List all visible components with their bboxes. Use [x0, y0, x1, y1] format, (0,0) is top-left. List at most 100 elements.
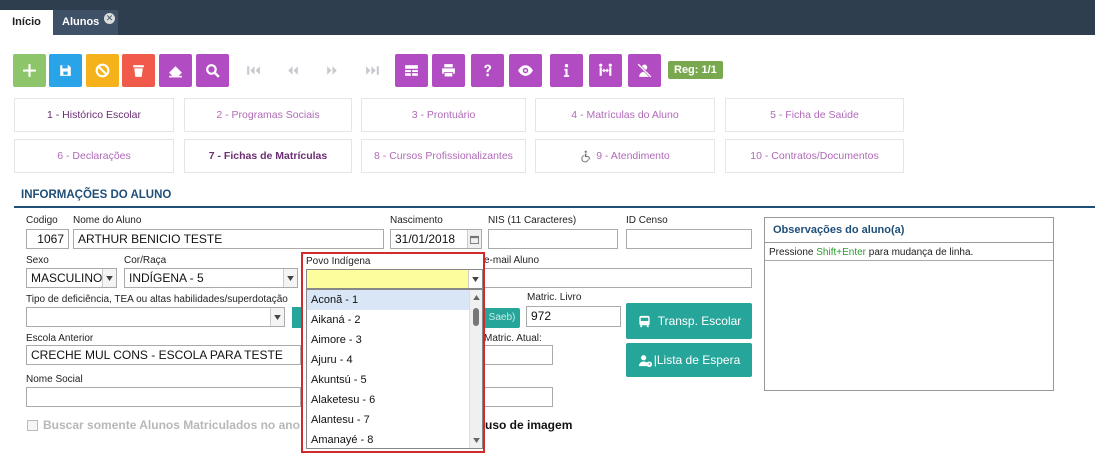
escola-field[interactable]: CRECHE MUL CONS - ESCOLA PARA TESTE: [26, 345, 301, 365]
nome-social-field[interactable]: [26, 387, 301, 407]
nascimento-value: 31/01/2018: [395, 232, 456, 246]
deficiencia-select[interactable]: [26, 307, 285, 327]
next-icon: [327, 66, 337, 75]
ban-icon: [95, 63, 110, 78]
email-field[interactable]: [484, 268, 752, 288]
tab-inicio[interactable]: Início: [0, 10, 53, 35]
record-counter: Reg: 1/1: [668, 61, 723, 79]
tab-ficha-de-saude[interactable]: 5 - Ficha de Saúde: [725, 98, 904, 132]
transp-escolar-button[interactable]: Transp. Escolar: [626, 303, 752, 339]
tab-alunos[interactable]: Alunos ✕: [53, 10, 118, 35]
nome-label: Nome do Aluno: [73, 215, 142, 226]
tab-historico-escolar[interactable]: 1 - Histórico Escolar: [14, 98, 174, 132]
remove-student-button[interactable]: [628, 54, 661, 87]
observacoes-textarea[interactable]: [765, 260, 1053, 390]
tab-matriculas-do-aluno[interactable]: 4 - Matrículas do Aluno: [535, 98, 715, 132]
uso-imagem-label: uso de imagem: [485, 418, 573, 432]
tab-declaracoes[interactable]: 6 - Declarações: [14, 139, 174, 173]
codigo-field[interactable]: 1067: [26, 229, 69, 249]
transp-label: Transp. Escolar: [657, 314, 742, 328]
search-button[interactable]: [196, 54, 229, 87]
saeb-button[interactable]: Saeb): [484, 308, 520, 328]
dropdown-scrollbar[interactable]: [469, 290, 482, 448]
idcenso-field[interactable]: [626, 229, 752, 249]
povo-indigena-select[interactable]: [306, 269, 483, 289]
delete-button[interactable]: [122, 54, 155, 87]
printer-icon: [442, 64, 455, 78]
section-title: INFORMAÇÕES DO ALUNO: [21, 189, 172, 201]
scroll-up-icon[interactable]: [473, 295, 480, 300]
buscar-checkbox[interactable]: [27, 420, 38, 431]
tab-label: 3 - Prontuário: [411, 109, 476, 121]
observacoes-divider: [765, 242, 1053, 243]
tab-cursos-profissionalizantes[interactable]: 8 - Cursos Profissionalizantes: [361, 139, 526, 173]
previous-icon: [288, 66, 298, 75]
print-button[interactable]: [432, 54, 465, 87]
matric-atual-field[interactable]: [484, 345, 553, 365]
wheelchair-icon: [581, 150, 591, 162]
clear-button[interactable]: [159, 54, 192, 87]
nome-field[interactable]: ARTHUR BENICIO TESTE: [73, 229, 384, 249]
matric-atual-label: Matric. Atual:: [484, 333, 542, 344]
observacoes-hint: Pressione Shift+Enter para mudança de li…: [769, 247, 973, 258]
scrollbar-thumb[interactable]: [473, 308, 479, 326]
transfer-button[interactable]: [589, 54, 622, 87]
lista-espera-button[interactable]: |Lista de Espera: [626, 343, 752, 377]
nome-social-label: Nome Social: [26, 374, 83, 385]
plus-icon: [23, 64, 36, 77]
tab-atendimento[interactable]: 9 - Atendimento: [535, 139, 715, 173]
option-ajuru[interactable]: Ajuru - 4: [307, 350, 470, 370]
option-akuntsu[interactable]: Akuntsú - 5: [307, 370, 470, 390]
close-icon[interactable]: ✕: [104, 13, 115, 24]
tab-label: 1 - Histórico Escolar: [47, 109, 141, 121]
tab-alunos-label: Alunos: [62, 16, 100, 28]
tab-contratos-documentos[interactable]: 10 - Contratos/Documentos: [725, 139, 904, 173]
option-aikana[interactable]: Aikaná - 2: [307, 310, 470, 330]
eraser-icon: [169, 66, 182, 78]
option-aimore[interactable]: Aimore - 3: [307, 330, 470, 350]
tab-label: 10 - Contratos/Documentos: [750, 150, 879, 162]
first-record-button[interactable]: [237, 54, 270, 87]
trash-icon: [133, 65, 144, 77]
grid-button[interactable]: [395, 54, 428, 87]
scroll-down-icon[interactable]: [473, 438, 480, 443]
nis-label: NIS (11 Caracteres): [488, 215, 577, 226]
nascimento-label: Nascimento: [390, 215, 443, 226]
codigo-label: Codigo: [26, 215, 58, 226]
last-record-button[interactable]: [356, 54, 389, 87]
add-button[interactable]: [13, 54, 46, 87]
cor-select[interactable]: INDÍGENA - 5: [124, 268, 298, 288]
previous-record-button[interactable]: [276, 54, 309, 87]
calendar-icon[interactable]: [467, 230, 481, 248]
option-alantesu[interactable]: Alantesu - 7: [307, 410, 470, 430]
save-button[interactable]: [49, 54, 82, 87]
idcenso-label: ID Censo: [626, 215, 668, 226]
chevron-down-icon: [468, 270, 482, 288]
option-alaketesu[interactable]: Alaketesu - 6: [307, 390, 470, 410]
option-acona[interactable]: Aconã - 1: [307, 290, 470, 310]
tab-label: 5 - Ficha de Saúde: [770, 109, 859, 121]
chevron-down-icon: [283, 269, 297, 287]
hint-pre: Pressione: [769, 247, 817, 258]
info-icon: [563, 64, 570, 77]
nome-social-extra-field[interactable]: [484, 387, 553, 407]
user-clock-icon: [638, 354, 652, 367]
info-button[interactable]: [550, 54, 583, 87]
first-icon: [247, 66, 260, 75]
lista-espera-label: |Lista de Espera: [653, 353, 741, 367]
table-icon: [405, 65, 418, 76]
matric-livro-field[interactable]: 972: [526, 306, 621, 327]
tab-programas-sociais[interactable]: 2 - Programas Sociais: [184, 98, 352, 132]
hint-key: Shift+Enter: [816, 247, 867, 258]
nascimento-field[interactable]: 31/01/2018: [390, 229, 482, 249]
nis-field[interactable]: [488, 229, 618, 249]
tab-fichas-de-matriculas[interactable]: 7 - Fichas de Matrículas: [184, 139, 352, 173]
next-record-button[interactable]: [316, 54, 349, 87]
view-button[interactable]: [509, 54, 542, 87]
cancel-button[interactable]: [86, 54, 119, 87]
option-amanaye[interactable]: Amanayé - 8: [307, 430, 470, 448]
sexo-value: MASCULINO: [31, 271, 103, 285]
tab-prontuario[interactable]: 3 - Prontuário: [361, 98, 526, 132]
sexo-select[interactable]: MASCULINO: [26, 268, 117, 288]
help-button[interactable]: [471, 54, 504, 87]
